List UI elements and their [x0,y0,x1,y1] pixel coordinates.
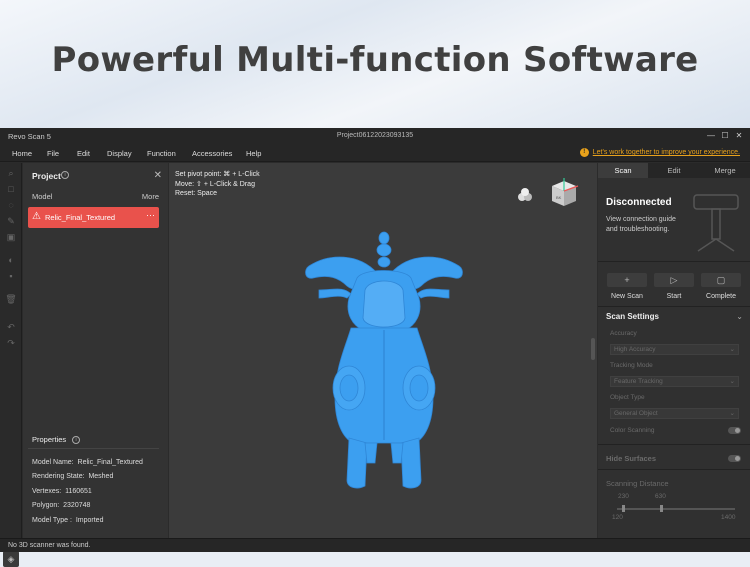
properties-info-icon[interactable]: i [72,436,80,444]
accuracy-select[interactable]: High Accuracy ⌄ [610,344,739,355]
orientation-cube-icon: BK [552,178,579,206]
project-panel: Project i ✕ Model More ⚠ Relic_Final_Tex… [23,163,168,538]
layers-icon[interactable]: ◈ [3,551,19,567]
menu-bar: Home File Edit Display Function Accessor… [0,144,750,162]
tab-merge[interactable]: Merge [700,163,750,178]
distance-slider-high-handle[interactable] [660,505,663,512]
tab-scan[interactable]: Scan [598,163,648,178]
view-cube[interactable]: BK [514,176,584,216]
properties-title: Properties [32,435,67,444]
hint-pivot: Set pivot point: ⌘ + L-Click [175,171,260,178]
object-type-select[interactable]: General Object ⌄ [610,408,739,419]
maximize-button[interactable]: ☐ [718,130,732,142]
scanned-model[interactable] [299,218,469,508]
minimize-button[interactable]: — [704,130,718,142]
undo-icon[interactable]: ↶ [5,322,17,332]
distance-min-value: 120 [612,514,623,521]
fill-icon[interactable]: ▣ [5,232,17,242]
close-button[interactable]: ✕ [732,130,746,142]
menu-home[interactable]: Home [12,149,32,158]
new-scan-label: New Scan [611,293,643,300]
property-model-name: Model Name: Relic_Final_Textured [32,459,143,466]
lasso-icon[interactable]: ◌ [5,200,17,210]
divider [598,261,750,262]
app-window: Revo Scan 5 Project06122023093135 — ☐ ✕ … [0,128,750,567]
model-list-item[interactable]: ⚠ Relic_Final_Textured ··· [28,207,159,228]
distance-high-value: 630 [655,493,666,500]
divider [598,469,750,470]
project-name: Project06122023093135 [336,132,414,139]
collapse-handle[interactable] [591,338,595,360]
hide-surfaces-toggle[interactable] [728,455,741,462]
brush-icon[interactable]: ✎ [5,216,17,226]
menu-edit[interactable]: Edit [77,149,90,158]
new-scan-button[interactable]: + [607,273,647,287]
redo-icon[interactable]: ↷ [5,338,17,348]
connection-status: Disconnected [606,197,672,208]
color-scanning-label: Color Scanning [610,427,655,434]
model-column-header: Model [32,192,53,201]
scanner-illustration-icon [693,194,739,252]
close-panel-icon[interactable]: ✕ [154,170,162,181]
complete-label: Complete [706,293,736,300]
scanning-distance-label: Scanning Distance [606,479,669,488]
property-model-type: Model Type : Imported [32,517,104,524]
more-column-header: More [141,192,159,201]
scan-settings-title: Scan Settings [606,312,659,321]
start-button[interactable]: ▷ [654,273,694,287]
start-label: Start [666,293,682,300]
distance-low-value: 230 [618,493,629,500]
menu-file[interactable]: File [47,149,59,158]
right-panel: Scan Edit Merge Disconnected View connec… [598,163,750,538]
banner-title: Powerful Multi-function Software [51,40,699,80]
promo-banner: Powerful Multi-function Software [0,0,750,128]
connection-guide-link[interactable]: View connection guide and troubleshootin… [606,215,686,235]
delete-icon[interactable]: 🗑 [5,294,17,304]
property-polygon: Polygon: 2320748 [32,502,91,509]
tab-edit[interactable]: Edit [649,163,699,178]
render-mode-icon[interactable] [518,188,532,201]
project-title: Project [32,171,61,181]
info-icon[interactable]: i [61,171,69,179]
select-tool-icon[interactable]: ⌕ [5,168,17,178]
feedback-link[interactable]: ! Let's work together to improve your ex… [579,148,740,157]
property-rendering-state: Rendering State: Meshed [32,473,114,480]
color-scanning-toggle[interactable] [728,427,741,434]
svg-text:BK: BK [556,195,562,200]
distance-slider-low-handle[interactable] [622,505,625,512]
hint-move: Move: ⇧ + L-Click & Drag [175,181,255,188]
divider [598,444,750,445]
status-message: No 3D scanner was found. [8,542,91,549]
warning-icon: ⚠ [32,211,41,222]
more-options-icon[interactable]: ··· [146,210,155,220]
divider [28,448,159,449]
status-bar: No 3D scanner was found. [0,538,750,552]
menu-function[interactable]: Function [147,149,176,158]
menu-display[interactable]: Display [107,149,132,158]
complete-button[interactable]: ▢ [701,273,741,287]
distance-slider-track[interactable] [617,508,735,510]
tracking-mode-label: Tracking Mode [610,362,653,369]
reverse-select-icon[interactable]: ◐ [5,255,17,265]
tool-strip: ⌕ □ ◌ ✎ ▣ ◐ ▪ 🗑 ↶ ↷ ◈ [0,163,22,567]
hint-reset: Reset: Space [175,190,218,197]
property-vertexes: Vertexes: 1160651 [32,488,92,495]
distance-max-value: 1400 [721,514,736,521]
box-select-icon[interactable]: □ [5,184,17,194]
feedback-text: Let's work together to improve your expe… [592,149,740,156]
divider [598,306,750,307]
accuracy-label: Accuracy [610,330,637,337]
panel-tabs: Scan Edit Merge [598,163,750,178]
menu-help[interactable]: Help [246,149,261,158]
hide-surfaces-label: Hide Surfaces [606,454,657,463]
title-bar: Revo Scan 5 Project06122023093135 — ☐ ✕ [0,128,750,144]
menu-accessories[interactable]: Accessories [192,149,232,158]
clear-select-icon[interactable]: ▪ [5,271,17,281]
chevron-down-icon[interactable]: ⌄ [736,312,743,321]
model-name: Relic_Final_Textured [45,213,116,222]
3d-viewport[interactable]: Set pivot point: ⌘ + L-Click Move: ⇧ + L… [169,163,597,538]
tracking-mode-select[interactable]: Feature Tracking ⌄ [610,376,739,387]
feedback-icon: ! [579,148,589,157]
object-type-label: Object Type [610,394,645,401]
